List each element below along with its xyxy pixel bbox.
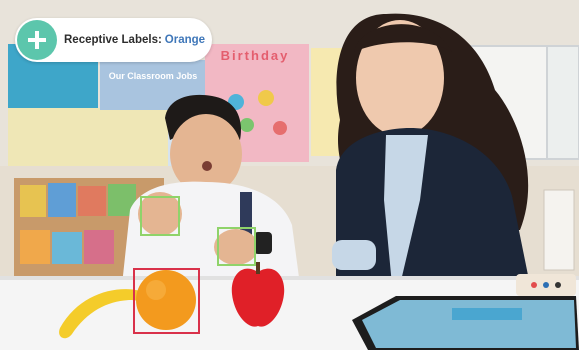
classroom-sign: Our Classroom Jobs [109,71,198,81]
receptive-label-pill[interactable]: Receptive Labels: Orange [15,18,212,62]
receptive-label-text: Receptive Labels: Orange [64,34,205,46]
birthday-banner: Birthday [221,48,290,63]
hand-detection-box-right [140,196,180,236]
plus-icon[interactable] [17,20,57,60]
receptive-label-prefix: Receptive Labels: [64,34,162,46]
yellow-panel [8,108,168,166]
orange-target-box [133,268,200,334]
hand-detection-box-left [217,227,256,266]
receptive-label-value: Orange [164,34,206,46]
video-frame: Our Classroom Jobs Birthday Receptive La… [0,0,579,350]
